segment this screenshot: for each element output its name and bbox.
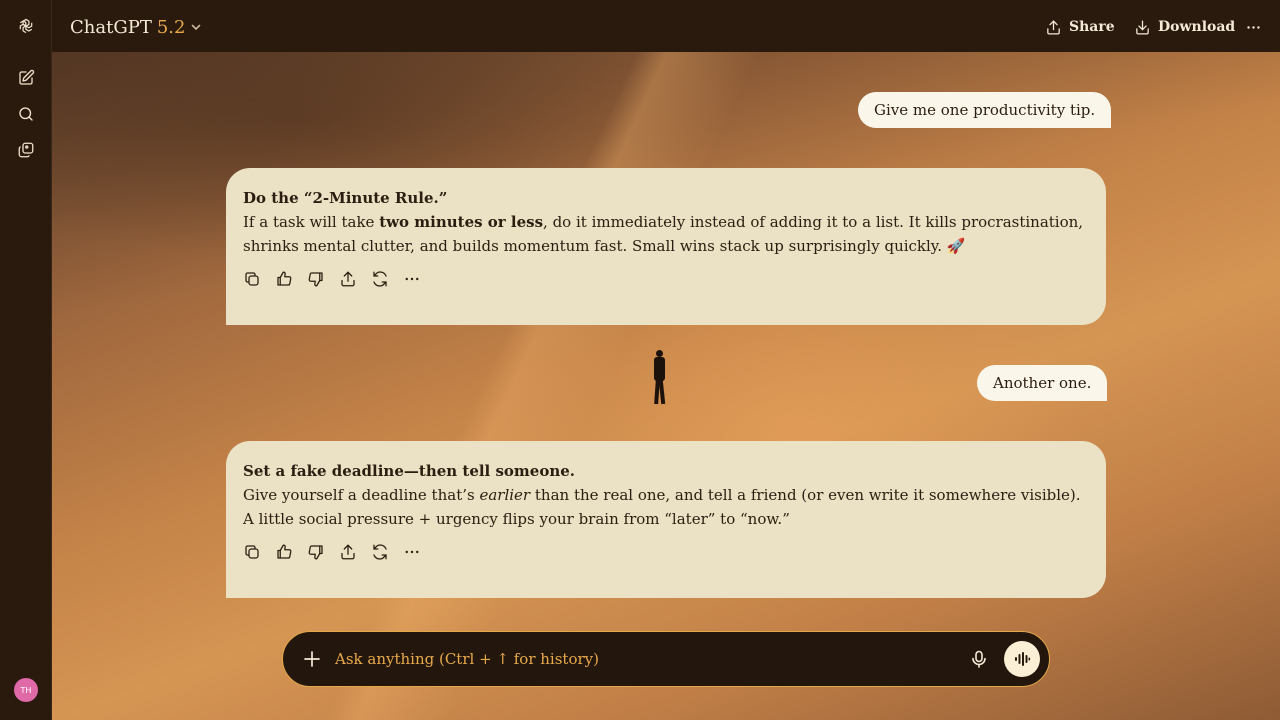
voice-mode-icon[interactable] bbox=[1004, 641, 1040, 677]
top-bar: ChatGPT 5.2 Share Download bbox=[52, 0, 1280, 52]
thumbs-up-icon[interactable] bbox=[275, 270, 293, 288]
message-body: Give yourself a deadline that’s earlier … bbox=[243, 486, 1081, 528]
images-icon[interactable] bbox=[13, 137, 39, 163]
chat-input[interactable] bbox=[335, 646, 935, 672]
share-icon[interactable] bbox=[339, 270, 357, 288]
mic-icon[interactable] bbox=[969, 649, 989, 669]
thumbs-down-icon[interactable] bbox=[307, 543, 325, 561]
more-icon[interactable] bbox=[403, 543, 421, 561]
chevron-down-icon bbox=[192, 24, 201, 31]
thumbs-down-icon[interactable] bbox=[307, 270, 325, 288]
avatar[interactable]: TH bbox=[14, 678, 38, 702]
walking-person-silhouette bbox=[651, 350, 667, 406]
download-label: Download bbox=[1158, 19, 1236, 35]
share-button[interactable]: Share bbox=[1045, 15, 1115, 39]
edit-icon[interactable] bbox=[13, 65, 39, 91]
message-title: Do the “2-Minute Rule.” bbox=[243, 189, 448, 207]
openai-logo-icon[interactable] bbox=[13, 13, 39, 39]
share-label: Share bbox=[1069, 19, 1115, 35]
search-icon[interactable] bbox=[13, 101, 39, 127]
message-title: Set a fake deadline—then tell someone. bbox=[243, 462, 576, 480]
user-message: Give me one productivity tip. bbox=[858, 92, 1112, 128]
sidebar: TH bbox=[0, 0, 52, 720]
regenerate-icon[interactable] bbox=[371, 543, 389, 561]
assistant-message: Do the “2-Minute Rule.” If a task will t… bbox=[226, 168, 1106, 325]
message-actions bbox=[243, 543, 1089, 561]
more-options-button[interactable] bbox=[1245, 15, 1262, 39]
share-icon bbox=[1047, 19, 1060, 35]
model-version: 5.2 bbox=[156, 16, 186, 38]
message-composer bbox=[282, 631, 1050, 687]
copy-icon[interactable] bbox=[243, 543, 261, 561]
regenerate-icon[interactable] bbox=[371, 270, 389, 288]
message-actions bbox=[243, 270, 1089, 288]
more-icon bbox=[1247, 25, 1260, 29]
model-selector[interactable]: ChatGPT 5.2 bbox=[70, 14, 202, 40]
plus-icon[interactable] bbox=[302, 649, 322, 669]
model-name: ChatGPT bbox=[70, 16, 152, 38]
thumbs-up-icon[interactable] bbox=[275, 543, 293, 561]
copy-icon[interactable] bbox=[243, 270, 261, 288]
more-icon[interactable] bbox=[403, 270, 421, 288]
share-icon[interactable] bbox=[339, 543, 357, 561]
message-body: If a task will take two minutes or less,… bbox=[243, 213, 1084, 255]
download-button[interactable]: Download bbox=[1134, 15, 1235, 39]
assistant-message: Set a fake deadline—then tell someone. G… bbox=[226, 441, 1106, 598]
download-icon bbox=[1136, 19, 1149, 35]
user-message: Another one. bbox=[977, 365, 1108, 401]
